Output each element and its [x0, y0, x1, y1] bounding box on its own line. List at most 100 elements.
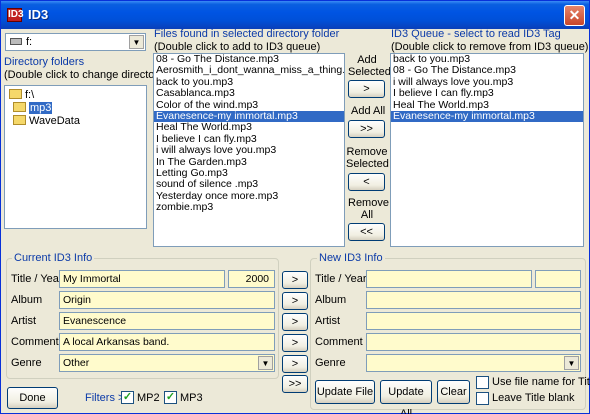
folder-open-icon: [9, 89, 22, 99]
new-album-label: Album: [315, 294, 347, 306]
copy-genre-button[interactable]: >: [282, 355, 308, 373]
list-item[interactable]: Heal The World.mp3: [154, 122, 344, 133]
tree-item-wavedata[interactable]: WaveData: [13, 115, 80, 128]
chevron-down-icon[interactable]: ▼: [129, 35, 144, 49]
new-id3-title: New ID3 Info: [317, 252, 385, 264]
chevron-down-icon[interactable]: ▼: [564, 356, 579, 370]
directory-heading: Directory folders: [4, 56, 85, 68]
current-album-field[interactable]: Origin: [59, 291, 275, 309]
directory-hint: (Double click to change directory): [4, 69, 168, 81]
close-icon: ✕: [568, 7, 581, 23]
list-item[interactable]: i will always love you.mp3: [154, 145, 344, 156]
window-title: ID3: [28, 7, 49, 22]
list-item[interactable]: zombie.mp3: [154, 202, 344, 213]
copy-title-button[interactable]: >: [282, 271, 308, 289]
list-item-selected[interactable]: Evanesence-my immortal.mp3: [391, 110, 583, 123]
filter-mp3-label: MP3: [180, 392, 203, 404]
app-icon: ID3: [7, 8, 24, 22]
done-button[interactable]: Done: [7, 387, 58, 409]
new-title-field[interactable]: [366, 270, 532, 288]
list-item[interactable]: back to you.mp3: [154, 77, 344, 88]
current-artist-field[interactable]: Evanescence: [59, 312, 275, 330]
chevron-down-icon[interactable]: ▼: [258, 356, 273, 370]
remove-all-button[interactable]: <<: [348, 223, 385, 241]
list-item[interactable]: sound of silence .mp3: [154, 179, 344, 190]
drive-select[interactable]: f: ▼: [5, 33, 146, 51]
filter-mp2-checkbox[interactable]: ✓: [121, 391, 134, 404]
current-title-label: Title / Year: [11, 273, 63, 285]
new-title-label: Title / Year: [315, 273, 367, 285]
queue-hint: (Double click to remove from ID3 queue): [391, 41, 589, 53]
new-year-field[interactable]: [535, 270, 581, 288]
current-year-field[interactable]: 2000: [228, 270, 275, 288]
current-artist-label: Artist: [11, 315, 37, 327]
list-item[interactable]: 08 - Go The Distance.mp3: [391, 65, 583, 76]
list-item[interactable]: Heal The World.mp3: [391, 100, 583, 111]
clear-button[interactable]: Clear: [437, 380, 470, 404]
current-genre-label: Genre: [11, 357, 42, 369]
folder-open-icon: [13, 102, 26, 112]
new-genre-select[interactable]: ▼: [366, 354, 581, 372]
current-album-label: Album: [11, 294, 43, 306]
list-item[interactable]: 08 - Go The Distance.mp3: [154, 54, 344, 65]
add-all-label: Add All: [351, 105, 386, 117]
tree-item-root[interactable]: f:\: [9, 89, 34, 102]
list-item[interactable]: I believe I can fly.mp3: [391, 88, 583, 99]
id3-window: ID3 ID3 ✕ f: ▼ Directory folders (Double…: [0, 0, 590, 414]
check-icon: ✓: [165, 391, 176, 403]
list-item[interactable]: i will always love you.mp3: [391, 77, 583, 88]
new-artist-label: Artist: [315, 315, 341, 327]
queue-list[interactable]: back to you.mp3 08 - Go The Distance.mp3…: [390, 53, 584, 247]
list-item[interactable]: back to you.mp3: [391, 54, 583, 65]
list-item[interactable]: Letting Go.mp3: [154, 168, 344, 179]
add-selected-label: Add Selected: [348, 54, 391, 78]
remove-all-label: Remove All: [348, 197, 389, 221]
leave-title-blank-label: Leave Title blank: [492, 392, 575, 404]
new-comment-field[interactable]: [366, 333, 581, 351]
list-item[interactable]: Aerosmith_i_dont_wanna_miss_a_thing.mp3: [154, 65, 344, 76]
check-icon: ✓: [122, 391, 133, 403]
queue-heading: ID3 Queue - select to read ID3 Tag: [391, 28, 561, 40]
current-genre-value: Other: [63, 357, 90, 369]
copy-artist-button[interactable]: >: [282, 313, 308, 331]
folder-icon: [13, 115, 26, 125]
copy-album-button[interactable]: >: [282, 292, 308, 310]
add-selected-button[interactable]: >: [348, 80, 385, 98]
add-all-button[interactable]: >>: [348, 120, 385, 138]
current-title-field[interactable]: My Immortal: [59, 270, 225, 288]
files-hint: (Double click to add to ID3 queue): [154, 41, 321, 53]
new-comment-label: Comment: [315, 336, 363, 348]
list-item[interactable]: Casablanca.mp3: [154, 88, 344, 99]
remove-selected-button[interactable]: <: [348, 173, 385, 191]
files-heading: Files found in selected directory folder: [154, 28, 340, 40]
update-file-button[interactable]: Update File: [315, 380, 375, 404]
filters-label: Filters >: [85, 392, 125, 404]
update-all-button[interactable]: Update All: [380, 380, 432, 414]
use-file-name-checkbox[interactable]: [476, 376, 489, 389]
new-genre-label: Genre: [315, 357, 346, 369]
list-item[interactable]: Yesterday once more.mp3: [154, 191, 344, 202]
new-artist-field[interactable]: [366, 312, 581, 330]
tree-item-mp3[interactable]: mp3: [13, 102, 53, 115]
remove-selected-label: Remove Selected: [346, 146, 389, 170]
files-list[interactable]: 08 - Go The Distance.mp3 Aerosmith_i_don…: [153, 53, 345, 247]
drive-value: f:: [26, 36, 33, 48]
current-id3-title: Current ID3 Info: [12, 252, 95, 264]
copy-comment-button[interactable]: >: [282, 334, 308, 352]
current-genre-select[interactable]: Other ▼: [59, 354, 275, 372]
list-item[interactable]: I believe I can fly.mp3: [154, 134, 344, 145]
list-item-selected[interactable]: Evanesence-my immortal.mp3: [154, 110, 344, 123]
copy-all-button[interactable]: >>: [282, 375, 308, 393]
directory-tree[interactable]: f:\ mp3 WaveData: [4, 85, 147, 229]
new-album-field[interactable]: [366, 291, 581, 309]
filter-mp2-label: MP2: [137, 392, 160, 404]
list-item[interactable]: Color of the wind.mp3: [154, 100, 344, 111]
drive-icon: [10, 38, 22, 45]
leave-title-blank-checkbox[interactable]: [476, 392, 489, 405]
close-button[interactable]: ✕: [564, 5, 585, 26]
current-comment-field[interactable]: A local Arkansas band.: [59, 333, 275, 351]
use-file-name-label: Use file name for Title: [492, 376, 590, 388]
title-bar[interactable]: ID3 ID3 ✕: [1, 1, 589, 29]
filter-mp3-checkbox[interactable]: ✓: [164, 391, 177, 404]
list-item[interactable]: In The Garden.mp3: [154, 157, 344, 168]
